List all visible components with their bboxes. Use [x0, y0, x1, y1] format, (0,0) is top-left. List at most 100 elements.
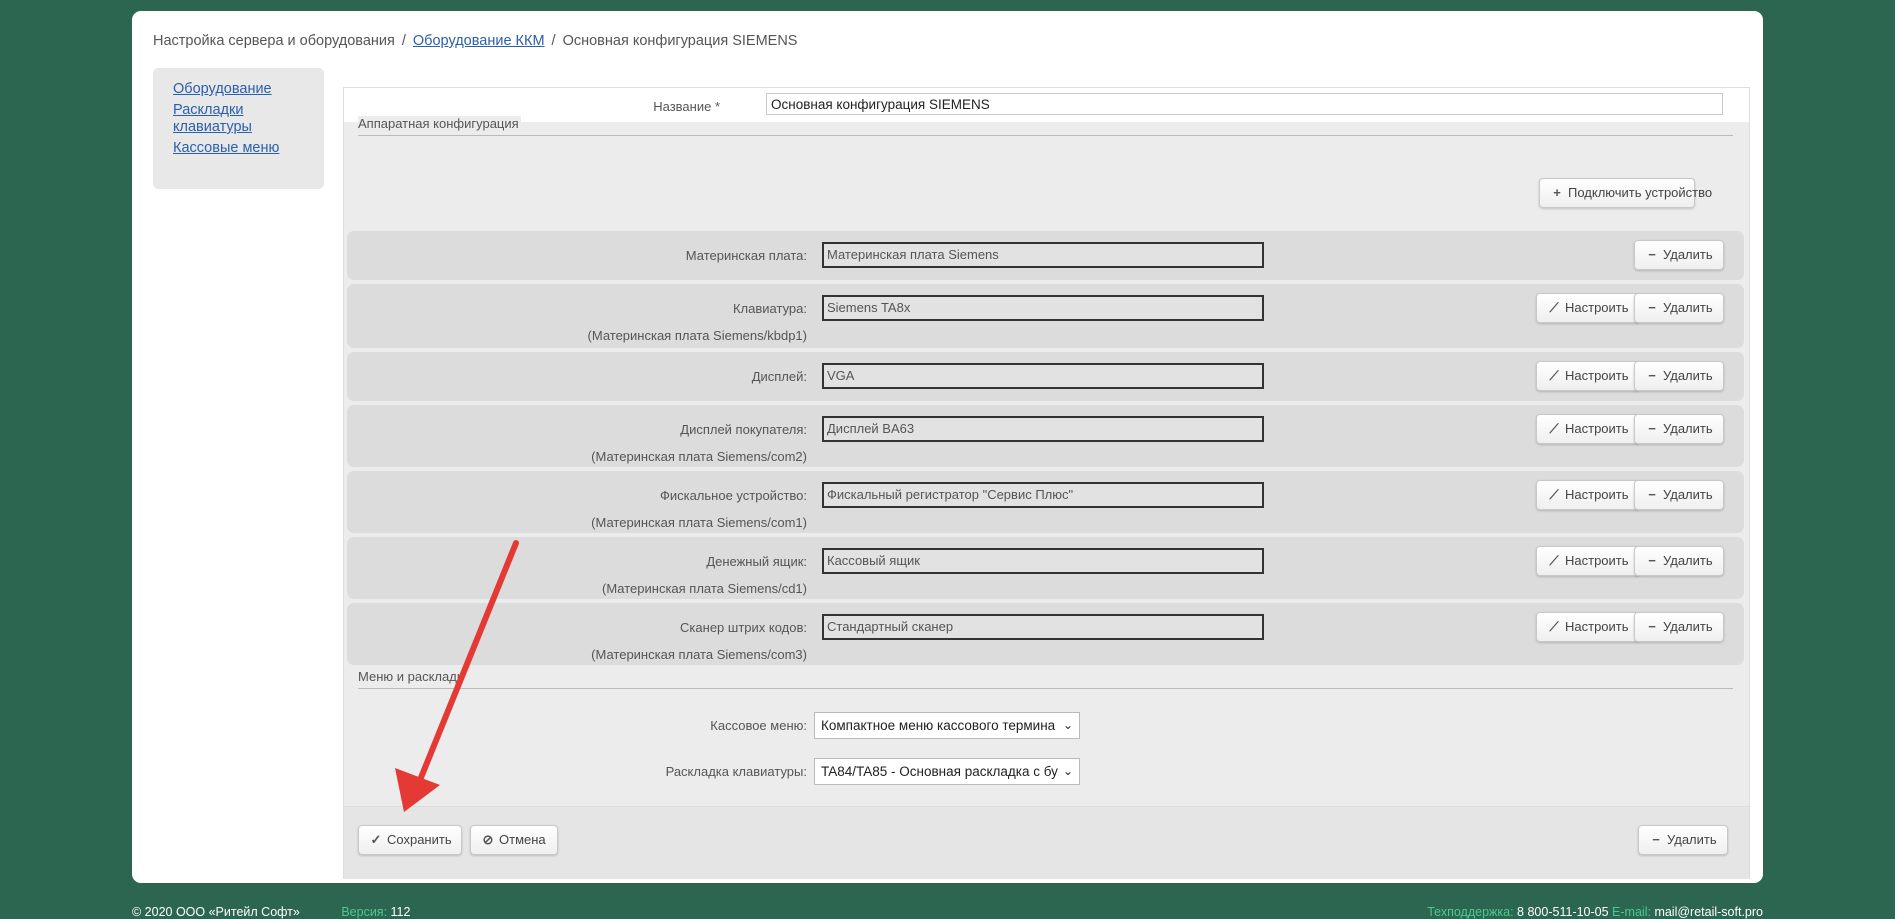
email-value[interactable]: mail@retail-soft.pro: [1654, 905, 1763, 919]
delete-config-label: Удалить: [1667, 832, 1717, 847]
configure-button[interactable]: ⟋ Настроить: [1536, 414, 1640, 444]
delete-button[interactable]: − Удалить: [1634, 361, 1724, 391]
breadcrumb-kkm-equipment-link[interactable]: Оборудование ККМ: [413, 33, 545, 49]
cancel-button[interactable]: ⊘ Отмена: [470, 825, 558, 855]
breadcrumb: Настройка сервера и оборудования / Оборудо…: [153, 33, 797, 49]
menu-layout-legend: Меню и раскладк: [358, 669, 1733, 689]
email-label: E-mail:: [1612, 905, 1651, 919]
chevron-down-icon: ⌄: [1062, 718, 1073, 732]
cancel-icon: ⊘: [482, 832, 494, 847]
wrench-icon: ⟋: [1549, 300, 1559, 315]
device-label: Фискальное устройство:: [659, 488, 807, 503]
delete-button[interactable]: − Удалить: [1634, 546, 1724, 576]
minus-icon: −: [1648, 247, 1656, 262]
configure-button[interactable]: ⟋ Настроить: [1536, 612, 1640, 642]
configure-button[interactable]: ⟋ Настроить: [1536, 293, 1640, 323]
delete-button[interactable]: − Удалить: [1634, 612, 1724, 642]
device-row-cash-drawer: Денежный ящик: (Материнская плата Siemen…: [347, 537, 1744, 599]
name-input[interactable]: [766, 93, 1723, 115]
config-form: Название * Аппаратная конфигурация + Подк…: [343, 87, 1750, 879]
save-label: Сохранить: [387, 832, 452, 847]
delete-button[interactable]: − Удалить: [1634, 240, 1724, 270]
footer-right: Техподдержка: 8 800-511-10-05 E-mail: ma…: [1427, 905, 1763, 919]
support-label: Техподдержка:: [1427, 905, 1514, 919]
minus-icon: −: [1648, 553, 1656, 568]
wrench-icon: ⟋: [1549, 421, 1559, 436]
delete-label: Удалить: [1663, 487, 1713, 502]
configure-button[interactable]: ⟋ Настроить: [1536, 546, 1640, 576]
minus-icon: −: [1648, 487, 1656, 502]
breadcrumb-separator: /: [551, 33, 556, 49]
delete-label: Удалить: [1663, 247, 1713, 262]
support-phone: 8 800-511-10-05: [1517, 905, 1609, 919]
device-row-display: Дисплей: VGA ⟋ Настроить − Удалить: [347, 352, 1744, 401]
configure-label: Настроить: [1565, 368, 1629, 383]
minus-icon: −: [1648, 300, 1656, 315]
sidebar-item-equipment[interactable]: Оборудование: [173, 81, 303, 98]
device-value: Siemens TA8x: [822, 295, 1264, 321]
device-port: (Материнская плата Siemens/com3): [591, 647, 807, 662]
menu-layout-legend-text: Меню и раскладк: [358, 669, 465, 684]
configure-label: Настроить: [1565, 487, 1629, 502]
minus-icon: −: [1648, 619, 1656, 634]
device-port: (Материнская плата Siemens/com2): [591, 449, 807, 464]
device-label: Сканер штрих кодов:: [680, 620, 807, 635]
save-button[interactable]: ✓ Сохранить: [358, 825, 462, 855]
minus-icon: −: [1652, 832, 1660, 847]
hardware-config-legend-text: Аппаратная конфигурация: [358, 116, 521, 131]
breadcrumb-current-page: Основная конфигурация SIEMENS: [562, 33, 798, 49]
name-label: Название *: [653, 99, 720, 114]
device-row-motherboard: Материнская плата: Материнская плата Sie…: [347, 231, 1744, 280]
minus-icon: −: [1648, 368, 1656, 383]
device-port: (Материнская плата Siemens/cd1): [601, 581, 807, 596]
cash-menu-label: Кассовое меню:: [710, 718, 807, 733]
delete-label: Удалить: [1663, 368, 1713, 383]
minus-icon: −: [1648, 421, 1656, 436]
delete-button[interactable]: − Удалить: [1634, 414, 1724, 444]
keyboard-layout-label: Раскладка клавиатуры:: [665, 764, 807, 779]
delete-button[interactable]: − Удалить: [1634, 293, 1724, 323]
configure-label: Настроить: [1565, 619, 1629, 634]
content-card: Настройка сервера и оборудования / Оборудо…: [132, 11, 1763, 883]
device-label: Дисплей покупателя:: [680, 422, 807, 437]
connect-device-label: Подключить устройство: [1568, 185, 1713, 200]
form-actions: ✓ Сохранить ⊘ Отмена − Удалить: [344, 806, 1749, 879]
check-icon: ✓: [370, 832, 382, 847]
footer-left: © 2020 ООО «Ритейл Софт» Версия: 112: [132, 905, 410, 919]
delete-label: Удалить: [1663, 553, 1713, 568]
device-value: VGA: [822, 363, 1264, 389]
device-label: Материнская плата:: [685, 248, 807, 263]
copyright: © 2020 ООО «Ритейл Софт»: [132, 905, 300, 919]
configure-button[interactable]: ⟋ Настроить: [1536, 361, 1640, 391]
keyboard-layout-select[interactable]: TA84/TA85 - Основная раскладка с бу ⌄: [814, 758, 1080, 785]
device-row-keyboard: Клавиатура: (Материнская плата Siemens/k…: [347, 284, 1744, 348]
sidebar-item-keyboard-layouts[interactable]: Раскладки клавиатуры: [173, 102, 253, 136]
cancel-label: Отмена: [499, 832, 546, 847]
device-label: Клавиатура:: [732, 301, 807, 316]
delete-label: Удалить: [1663, 300, 1713, 315]
version-label: Версия:: [341, 905, 388, 919]
keyboard-layout-value: TA84/TA85 - Основная раскладка с бу: [821, 764, 1058, 779]
device-port: (Материнская плата Siemens/kbdp1): [587, 328, 807, 343]
plus-icon: +: [1553, 185, 1561, 200]
cash-menu-select[interactable]: Компактное меню кассового термина ⌄: [814, 712, 1080, 739]
hardware-config-legend: Аппаратная конфигурация: [358, 116, 1733, 136]
breadcrumb-server-settings: Настройка сервера и оборудования: [153, 33, 395, 49]
sidebar-item-cash-menus[interactable]: Кассовые меню: [173, 140, 303, 157]
delete-button[interactable]: − Удалить: [1634, 480, 1724, 510]
device-value: Кассовый ящик: [822, 548, 1264, 574]
configure-button[interactable]: ⟋ Настроить: [1536, 480, 1640, 510]
configure-label: Настроить: [1565, 553, 1629, 568]
device-value: Материнская плата Siemens: [822, 242, 1264, 268]
device-port: (Материнская плата Siemens/com1): [591, 515, 807, 530]
wrench-icon: ⟋: [1549, 487, 1559, 502]
delete-config-button[interactable]: − Удалить: [1638, 825, 1728, 855]
chevron-down-icon: ⌄: [1062, 764, 1073, 778]
breadcrumb-separator: /: [401, 33, 406, 49]
wrench-icon: ⟋: [1549, 619, 1559, 634]
delete-label: Удалить: [1663, 421, 1713, 436]
configure-label: Настроить: [1565, 421, 1629, 436]
delete-label: Удалить: [1663, 619, 1713, 634]
wrench-icon: ⟋: [1549, 368, 1559, 383]
connect-device-button[interactable]: + Подключить устройство: [1539, 178, 1712, 208]
